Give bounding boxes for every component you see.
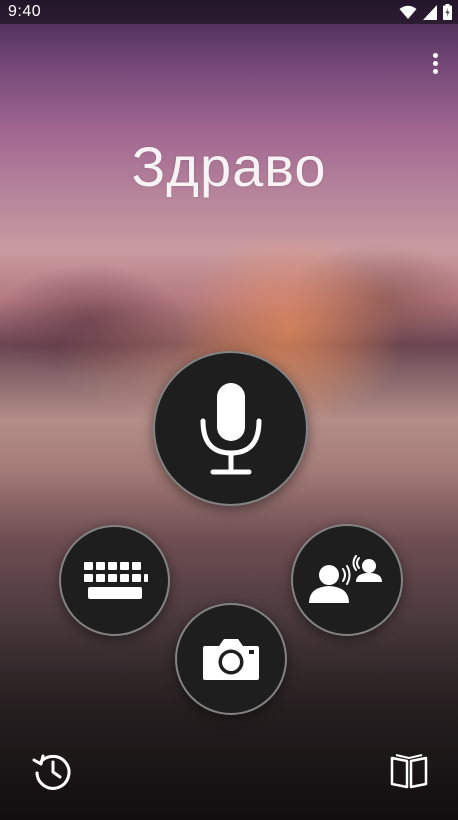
conversation-button[interactable] <box>291 524 403 636</box>
phrasebook-icon <box>390 754 428 789</box>
translator-home-screen: 9:40 Здраво <box>0 0 458 820</box>
wifi-icon <box>399 5 417 19</box>
phrasebook-button[interactable] <box>390 753 428 789</box>
greeting-text: Здраво <box>131 135 327 198</box>
conversation-icon <box>309 555 382 603</box>
status-time: 9:40 <box>8 3 42 20</box>
cellular-signal-icon <box>423 4 437 20</box>
battery-icon <box>443 4 452 20</box>
camera-translate-button[interactable] <box>175 603 287 715</box>
microphone-icon <box>200 382 261 474</box>
status-bar: 9:40 <box>0 0 458 24</box>
keyboard-translate-button[interactable] <box>59 525 170 636</box>
history-button[interactable] <box>32 751 72 791</box>
history-icon <box>32 754 71 790</box>
voice-translate-button[interactable] <box>153 351 308 506</box>
status-icons <box>399 4 452 20</box>
keyboard-icon <box>83 561 148 599</box>
camera-icon <box>203 639 259 680</box>
more-vert-icon[interactable] <box>424 50 446 78</box>
